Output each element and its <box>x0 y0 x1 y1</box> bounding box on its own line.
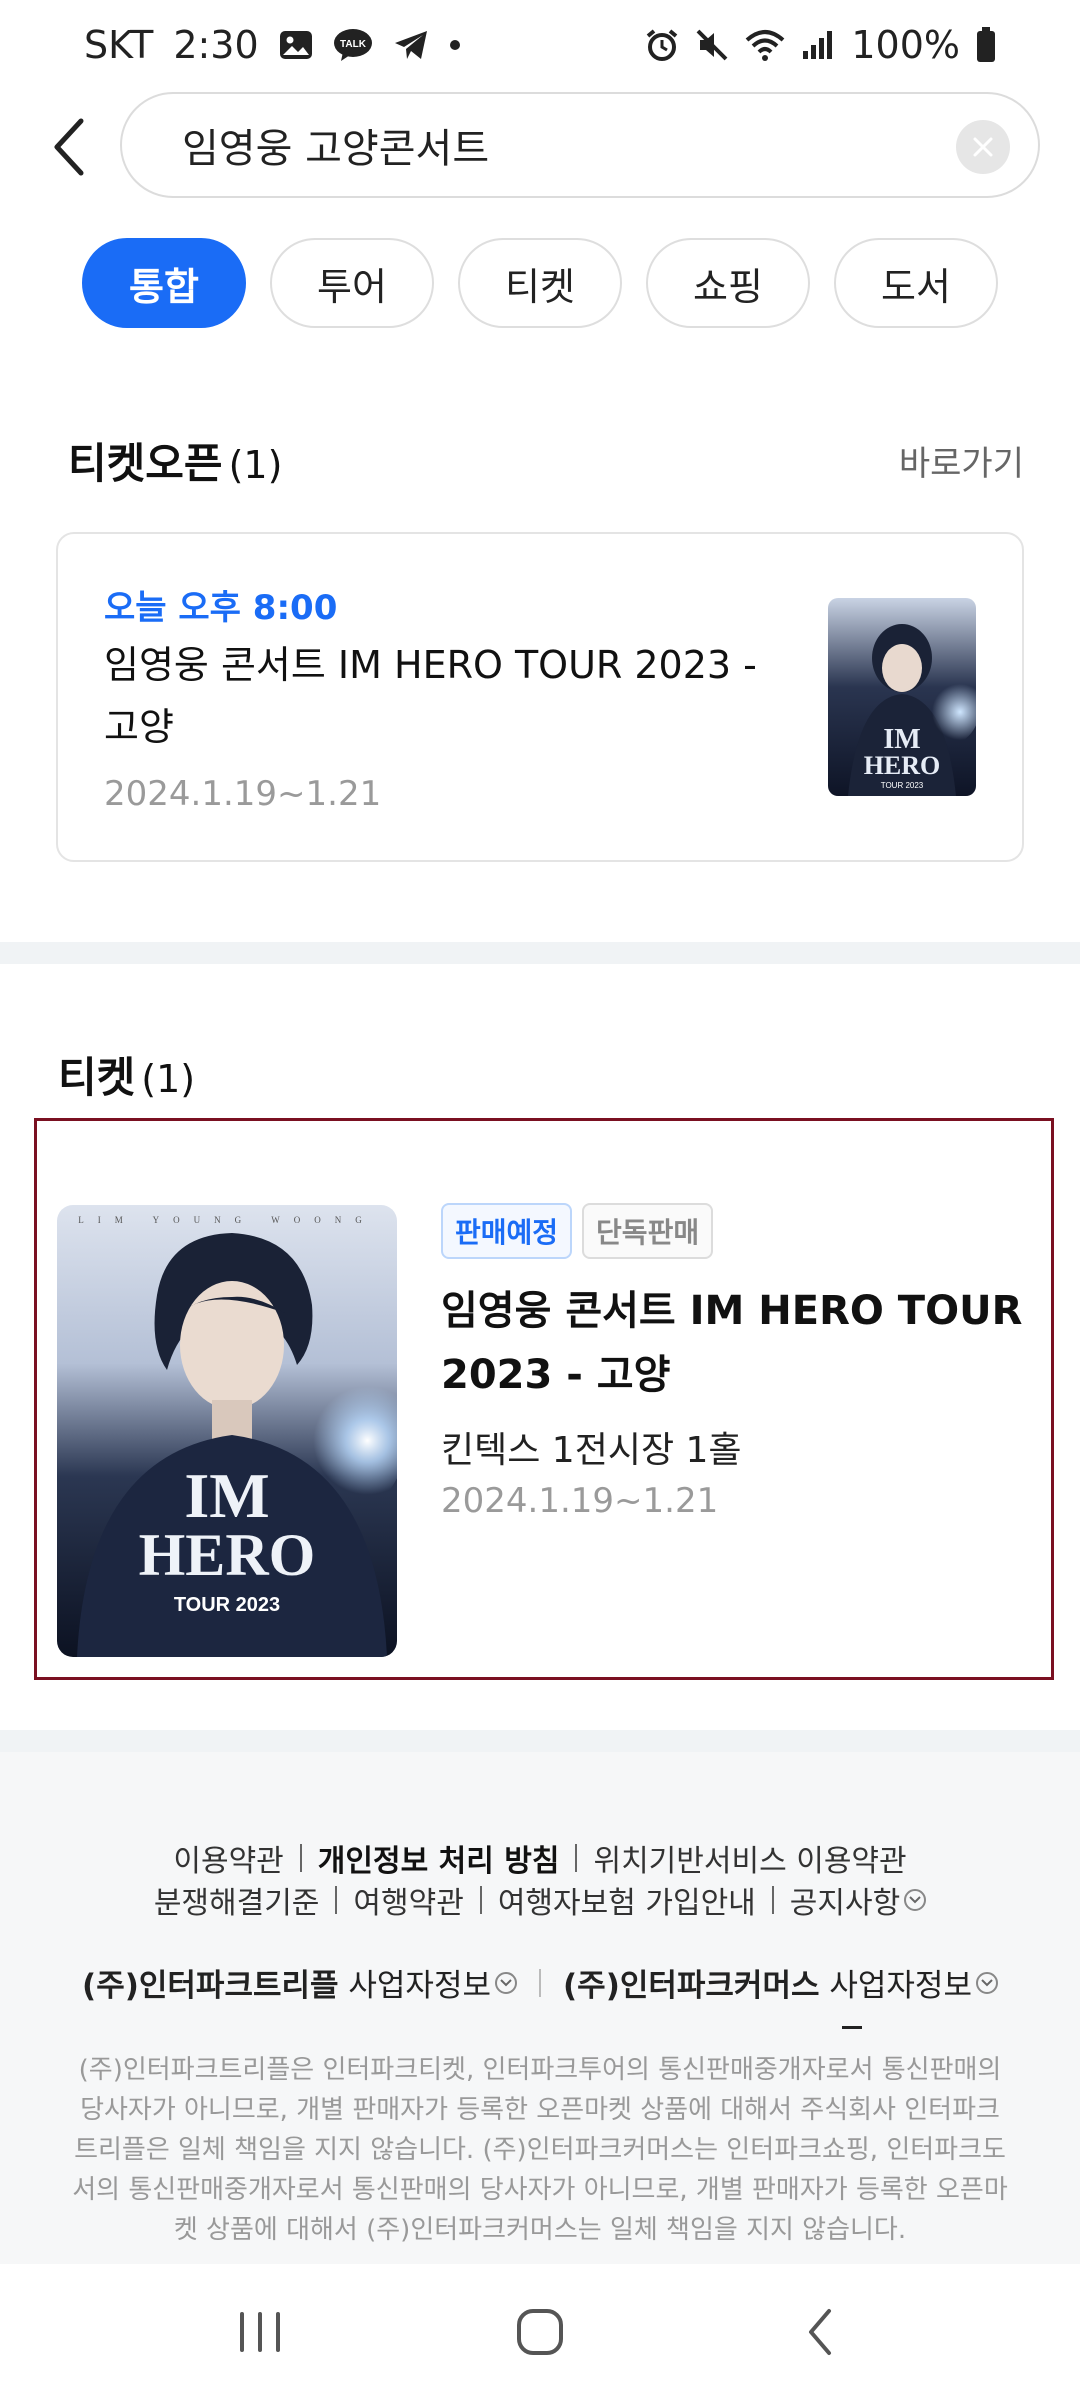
carrier-label: SKT <box>84 23 154 67</box>
mute-icon <box>695 28 729 62</box>
ticket-open-card[interactable]: 오늘 오후 8:00 임영웅 콘서트 IM HERO TOUR 2023 - 고… <box>56 532 1024 862</box>
talk-icon: TALK <box>333 28 373 62</box>
ticket-open-count: (1) <box>228 443 283 487</box>
battery-icon <box>976 27 996 63</box>
section-divider <box>0 1730 1080 1752</box>
svg-text:HERO: HERO <box>139 1522 316 1588</box>
disclaimer-text: (주)인터파크트리플은 인터파크티켓, 인터파크투어의 통신판매중개자로서 통신… <box>72 2055 1008 2245</box>
alarm-icon <box>645 28 679 62</box>
ticket-open-heading: 티켓오픈 (1) <box>68 430 282 491</box>
telegram-icon <box>393 29 429 61</box>
privacy-policy-link[interactable]: 개인정보 처리 방침 <box>318 1836 560 1880</box>
tab-books[interactable]: 도서 <box>834 238 998 328</box>
chevron-left-icon <box>54 118 84 176</box>
system-nav-bar <box>0 2264 1080 2400</box>
ticket-result-card[interactable]: LIM YOUNG WOONG IM HERO TOUR 2023 판매예정 단… <box>34 1118 1054 1680</box>
status-bar: SKT 2:30 TALK 100% <box>0 0 1080 90</box>
svg-text:TALK: TALK <box>340 39 367 50</box>
company-info-row: (주)인터파크트리플 사업자정보 (주)인터파크커머스 사업자정보 <box>0 1960 1080 2005</box>
dispute-link[interactable]: 분쟁해결기준 <box>154 1878 320 1922</box>
signal-icon <box>801 29 835 61</box>
wifi-icon <box>745 28 785 62</box>
recents-button[interactable] <box>210 2292 310 2372</box>
search-header: 임영웅 고양콘서트 <box>0 90 1080 200</box>
company1-info-link[interactable]: 사업자정보 <box>348 1960 491 2005</box>
tickets-count: (1) <box>141 1057 196 1101</box>
tickets-heading: 티켓 (1) <box>58 1044 195 1105</box>
chevron-down-icon[interactable] <box>975 1971 998 1994</box>
shortcut-link[interactable]: 바로가기 <box>899 436 1024 485</box>
ticket-title: 임영웅 콘서트 IM HERO TOUR 2023 - 고양 <box>441 1288 1023 1398</box>
tab-integrated[interactable]: 통합 <box>82 238 246 328</box>
system-back-button[interactable] <box>770 2292 870 2372</box>
footer-links-row1: 이용약관 개인정보 처리 방침 위치기반서비스 이용약관 <box>0 1836 1080 1880</box>
tab-ticket[interactable]: 티켓 <box>458 238 622 328</box>
chevron-down-icon[interactable] <box>495 1971 517 1994</box>
ticket-open-title: 티켓오픈 <box>68 439 223 488</box>
open-title: 임영웅 콘서트 IM HERO TOUR 2023 - 고양 <box>104 643 757 749</box>
svg-text:TOUR 2023: TOUR 2023 <box>881 781 924 790</box>
active-indicator <box>842 2026 862 2029</box>
open-poster-thumbnail: IM HERO TOUR 2023 <box>828 598 976 796</box>
clear-search-button[interactable] <box>956 120 1010 174</box>
back-icon <box>809 2309 831 2355</box>
clock: 2:30 <box>173 23 259 67</box>
concert-poster: LIM YOUNG WOONG IM HERO TOUR 2023 <box>57 1205 397 1657</box>
tickets-title: 티켓 <box>58 1053 136 1102</box>
section-divider <box>0 942 1080 964</box>
tab-tour[interactable]: 투어 <box>270 238 434 328</box>
company1-name[interactable]: (주)인터파크트리플 <box>82 1960 339 2005</box>
search-query: 임영웅 고양콘서트 <box>182 126 490 172</box>
terms-link[interactable]: 이용약관 <box>173 1836 283 1880</box>
footer: 이용약관 개인정보 처리 방침 위치기반서비스 이용약관 분쟁해결기준 여행약관… <box>0 1752 1080 2264</box>
open-date: 2024.1.19~1.21 <box>104 774 382 814</box>
svg-text:TOUR 2023: TOUR 2023 <box>174 1594 280 1616</box>
exclusive-badge: 단독판매 <box>582 1203 714 1259</box>
travel-terms-link[interactable]: 여행약관 <box>353 1878 463 1922</box>
venue: 킨텍스 1전시장 1홀 <box>441 1430 742 1471</box>
company2-info-link[interactable]: 사업자정보 <box>829 1960 972 2005</box>
gallery-icon <box>279 30 313 60</box>
svg-text:IM: IM <box>184 1460 269 1531</box>
dot-icon <box>449 39 461 51</box>
close-icon <box>973 137 993 157</box>
badge-row: 판매예정 단독판매 <box>441 1203 714 1259</box>
company2-name[interactable]: (주)인터파크커머스 <box>563 1960 820 2005</box>
svg-text:LIM YOUNG WOONG: LIM YOUNG WOONG <box>78 1215 376 1225</box>
recents-icon <box>240 2312 280 2352</box>
tab-shopping[interactable]: 쇼핑 <box>646 238 810 328</box>
search-input[interactable]: 임영웅 고양콘서트 <box>120 92 1040 198</box>
travel-insurance-link[interactable]: 여행자보험 가입안내 <box>498 1878 756 1922</box>
notice-link[interactable]: 공지사항 <box>790 1878 900 1922</box>
svg-text:HERO: HERO <box>864 751 941 780</box>
home-button[interactable] <box>490 2292 590 2372</box>
location-terms-link[interactable]: 위치기반서비스 이용약관 <box>593 1836 906 1880</box>
category-tabs: 통합 투어 티켓 쇼핑 도서 <box>82 238 998 328</box>
status-badge: 판매예정 <box>441 1203 573 1259</box>
back-button[interactable] <box>44 112 94 182</box>
footer-links-row2: 분쟁해결기준 여행약관 여행자보험 가입안내 공지사항 <box>0 1878 1080 1922</box>
ticket-date: 2024.1.19~1.21 <box>441 1481 719 1521</box>
chevron-down-icon[interactable] <box>904 1889 927 1911</box>
open-time: 오늘 오후 8:00 <box>104 588 338 628</box>
home-icon <box>517 2309 563 2355</box>
battery-percent: 100% <box>851 23 960 67</box>
